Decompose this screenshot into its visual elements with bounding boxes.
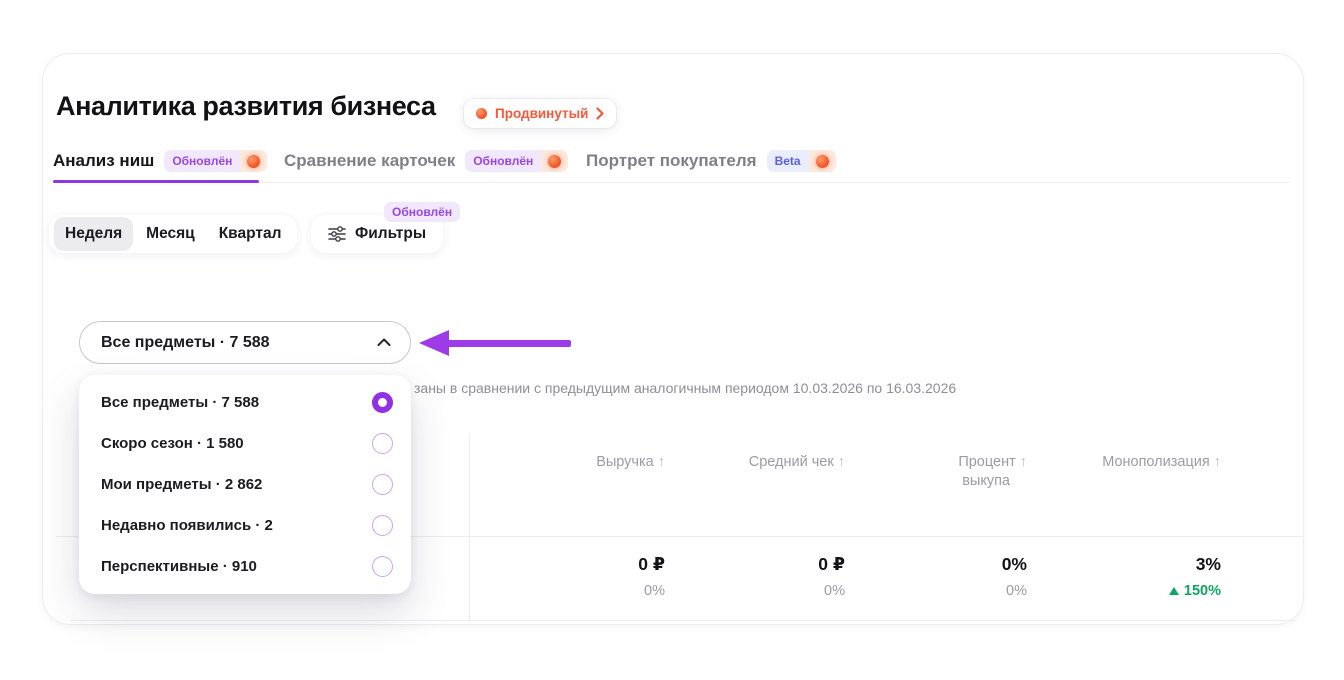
plan-level-badge[interactable]: Продвинутый — [464, 99, 616, 128]
orange-dot-icon — [247, 155, 260, 168]
tab-label: Сравнение карточек — [284, 151, 455, 171]
period-month-button[interactable]: Месяц — [135, 217, 206, 251]
tab-card-comparison[interactable]: Сравнение карточек Обновлён — [284, 148, 568, 174]
filters-label: Фильтры — [355, 225, 426, 243]
beta-badge: Beta — [767, 150, 836, 172]
option-recently-appeared[interactable]: Недавно появились · 2 — [79, 505, 411, 546]
option-all-subjects[interactable]: Все предметы · 7 588 — [79, 382, 411, 423]
active-tab-indicator — [53, 180, 259, 183]
updated-badge: Обновлён — [465, 150, 568, 172]
cell-revenue: 0 ₽ 0% — [495, 554, 665, 599]
chevron-up-icon — [377, 338, 391, 347]
radio-icon[interactable] — [372, 556, 393, 577]
radio-icon[interactable] — [372, 474, 393, 495]
subject-dropdown-trigger[interactable]: Все предметы · 7 588 — [79, 321, 411, 364]
tab-label: Анализ ниш — [53, 151, 154, 171]
chevron-right-icon — [596, 107, 604, 120]
tab-label: Портрет покупателя — [586, 151, 757, 171]
annotation-arrow — [419, 330, 449, 356]
plan-level-label: Продвинутый — [495, 106, 588, 121]
period-week-button[interactable]: Неделя — [54, 217, 133, 251]
cell-avg-check: 0 ₽ 0% — [675, 554, 845, 599]
orange-dot-icon — [548, 155, 561, 168]
period-segmented-control: Неделя Месяц Квартал — [49, 215, 297, 253]
subject-dropdown-value: Все предметы · 7 588 — [101, 334, 270, 352]
tab-niche-analysis[interactable]: Анализ ниш Обновлён — [53, 148, 267, 174]
column-header-avg-check[interactable]: Средний чек ↑ — [675, 453, 845, 472]
column-header-revenue[interactable]: Выручка ↑ — [495, 453, 665, 472]
sliders-icon — [328, 226, 346, 242]
sort-up-icon: ↑ — [838, 454, 845, 470]
filters-updated-badge: Обновлён — [384, 202, 460, 222]
column-header-buyout-percent[interactable]: Процент ↑ выкупа — [857, 453, 1027, 491]
sort-up-icon: ↑ — [1214, 454, 1221, 470]
orange-dot-icon — [816, 155, 829, 168]
radio-icon[interactable] — [372, 433, 393, 454]
orange-dot-icon — [476, 108, 487, 119]
table-column-divider — [469, 434, 470, 622]
tab-buyer-portrait[interactable]: Портрет покупателя Beta — [586, 148, 836, 174]
table-bottom-divider — [71, 620, 1295, 621]
trend-up-icon — [1169, 587, 1179, 595]
option-my-subjects[interactable]: Мои предметы · 2 862 — [79, 464, 411, 505]
subject-dropdown-panel: Все предметы · 7 588 Скоро сезон · 1 580… — [79, 375, 411, 594]
analytics-card: Аналитика развития бизнеса Продвинутый А… — [42, 53, 1304, 625]
sort-up-icon: ↑ — [658, 454, 665, 470]
radio-checked-icon[interactable] — [372, 392, 393, 413]
comparison-period-note: заны в сравнении с предыдущим аналогичны… — [414, 380, 956, 396]
sort-up-icon: ↑ — [1020, 454, 1027, 470]
option-season-soon[interactable]: Скоро сезон · 1 580 — [79, 423, 411, 464]
period-quarter-button[interactable]: Квартал — [208, 217, 293, 251]
cell-buyout-percent: 0% 0% — [857, 554, 1027, 599]
radio-icon[interactable] — [372, 515, 393, 536]
column-header-monopolization[interactable]: Монополизация ↑ — [1051, 453, 1221, 472]
option-promising[interactable]: Перспективные · 910 — [79, 546, 411, 587]
page-title: Аналитика развития бизнеса — [56, 91, 436, 122]
cell-monopolization: 3% 150% — [1051, 554, 1221, 599]
updated-badge: Обновлён — [164, 150, 267, 172]
